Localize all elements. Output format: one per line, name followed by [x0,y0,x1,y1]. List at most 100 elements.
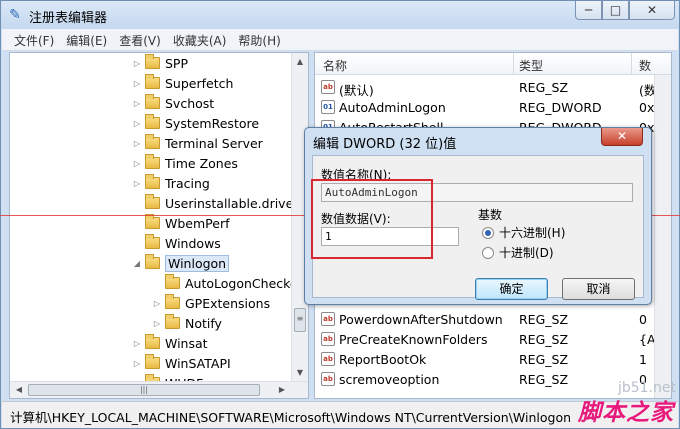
folder-icon [145,54,160,69]
value-name: PreCreateKnownFolders [339,332,488,347]
tree-horizontal-scrollbar[interactable]: ◀ ||| ▶ [10,381,308,398]
folder-icon [145,354,160,369]
tree-item[interactable]: ▷ Notify [152,313,222,333]
minimize-button[interactable]: ─ [575,1,602,20]
window-controls: ─ □ ✕ [575,1,675,21]
radio-hex-button[interactable] [482,226,494,239]
tree-item-label: Windows [165,235,221,251]
scroll-right-arrow-icon[interactable]: ▶ [274,382,290,398]
tree-item-label: Time Zones [165,155,238,171]
tree-item[interactable]: Userinstallable.drivers [132,193,305,213]
tree-item[interactable]: ▷ SystemRestore [132,113,259,133]
tree-item[interactable]: ▷ Winsat [132,333,208,353]
tree-item[interactable]: Windows [132,233,221,253]
collapsed-arrow-icon[interactable]: ▷ [132,79,142,88]
column-header-type[interactable]: 类型 [519,57,543,74]
collapsed-arrow-icon[interactable]: ▷ [132,159,142,168]
list-row[interactable]: ab PowerdownAfterShutdown REG_SZ 0 [315,310,671,330]
list-row[interactable]: ab PreCreateKnownFolders REG_SZ {A5 [315,330,671,350]
status-bar: 计算机\HKEY_LOCAL_MACHINE\SOFTWARE\Microsof… [2,401,678,428]
tree-item[interactable]: ▷ WinSATAPI [132,353,231,373]
list-row[interactable]: ab (默认) REG_SZ (数 [315,78,671,98]
registry-app-icon: ✎ [9,7,21,23]
expanded-arrow-icon[interactable]: ◢ [132,259,142,268]
tree-item[interactable]: ▷ Tracing [132,173,210,193]
value-name: (默认) [339,83,374,98]
radio-decimal[interactable]: 十进制(D) [482,244,554,261]
registry-tree[interactable]: ▷ SPP ▷ Superfetch ▷ Svchost ▷ SystemRestore ▷ Te… [9,52,309,399]
tree-item[interactable]: AutoLogonChecked [152,273,306,293]
radio-decimal-label: 十进制(D) [499,246,554,260]
folder-icon [165,274,180,289]
list-vertical-scrollbar[interactable] [654,75,671,398]
list-row[interactable]: 01 AutoAdminLogon REG_DWORD 0x( [315,98,671,118]
collapsed-arrow-icon[interactable]: ▷ [152,299,162,308]
title-bar[interactable]: ✎ 注册表编辑器 ─ □ ✕ [1,1,679,29]
column-header-data[interactable]: 数 [639,57,651,74]
column-divider[interactable] [631,53,632,75]
dialog-close-button[interactable]: ✕ [601,128,643,146]
folder-icon [145,334,160,349]
tree-item[interactable]: ▷ Svchost [132,93,214,113]
tree-scroll-thumb[interactable]: ≡ [294,308,306,332]
collapsed-arrow-icon[interactable]: ▷ [132,179,142,188]
tree-item-label: AutoLogonChecked [185,275,306,291]
tree-item[interactable]: ▷ Superfetch [132,73,233,93]
scroll-up-arrow-icon[interactable]: ▲ [292,53,308,70]
dword-value-icon: 01 [321,100,335,114]
menu-help[interactable]: 帮助(H) [232,29,286,50]
folder-icon [145,234,160,249]
tree-item[interactable]: ▷ SPP [132,53,188,73]
folder-icon [145,254,160,269]
value-name: PowerdownAfterShutdown [339,312,503,327]
collapsed-arrow-icon[interactable]: ▷ [132,99,142,108]
collapsed-arrow-icon[interactable]: ▷ [132,59,142,68]
collapsed-arrow-icon[interactable]: ▷ [132,339,142,348]
tree-item-label: SystemRestore [165,115,260,131]
collapsed-arrow-icon[interactable]: ▷ [152,319,162,328]
folder-icon [165,294,180,309]
collapsed-arrow-icon[interactable]: ▷ [132,139,142,148]
tree-item[interactable]: ◢ Winlogon [132,253,230,273]
string-value-icon: ab [321,312,335,326]
window-title: 注册表编辑器 [29,11,108,26]
menu-favorites[interactable]: 收藏夹(A) [167,29,233,50]
tree-item-label: Terminal Server [165,135,263,151]
string-value-icon: ab [321,80,335,94]
menu-view[interactable]: 查看(V) [113,29,167,50]
tree-item-label: Winlogon [165,254,230,272]
value-type: REG_SZ [519,312,569,327]
tree-item[interactable]: ▷ Time Zones [132,153,238,173]
maximize-button[interactable]: □ [602,1,629,20]
folder-icon [145,194,160,209]
string-value-icon: ab [321,372,335,386]
folder-icon [145,94,160,109]
menu-file[interactable]: 文件(F) [8,29,60,50]
tree-item-label: Winsat [165,335,208,351]
cancel-button[interactable]: 取消 [562,278,635,300]
tree-item-label: WbemPerf [165,215,230,231]
radio-decimal-button[interactable] [482,246,494,259]
tree-item[interactable]: WbemPerf [132,213,229,233]
column-divider[interactable] [513,53,514,75]
close-button[interactable]: ✕ [629,1,675,20]
scroll-left-arrow-icon[interactable]: ◀ [11,382,27,398]
scroll-down-arrow-icon[interactable]: ▼ [292,364,308,381]
collapsed-arrow-icon[interactable]: ▷ [132,359,142,368]
folder-icon [145,154,160,169]
value-data: 0 [639,312,647,327]
tree-item[interactable]: ▷ Terminal Server [132,133,263,153]
radio-hex[interactable]: 十六进制(H) [482,224,565,241]
value-name: ReportBootOk [339,352,427,367]
tree-item[interactable]: ▷ GPExtensions [152,293,270,313]
folder-icon [165,314,180,329]
column-header-name[interactable]: 名称 [323,57,347,74]
list-row[interactable]: ab ReportBootOk REG_SZ 1 [315,350,671,370]
value-type: REG_SZ [519,80,569,95]
ok-button[interactable]: 确定 [475,278,548,300]
folder-icon [145,74,160,89]
menu-edit[interactable]: 编辑(E) [60,29,113,50]
tree-hscroll-thumb[interactable]: ||| [28,384,260,396]
tree-item-label: SPP [165,55,189,71]
collapsed-arrow-icon[interactable]: ▷ [132,119,142,128]
